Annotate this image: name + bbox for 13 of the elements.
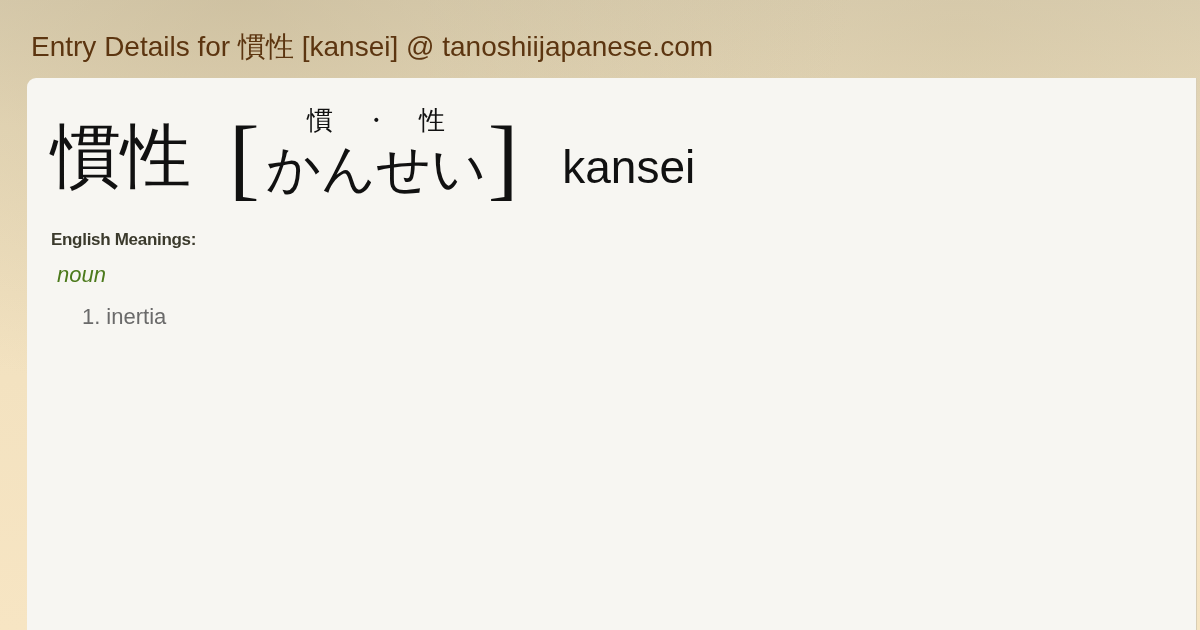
meanings-label: English Meanings: bbox=[51, 230, 197, 249]
kana-reading: かんせい bbox=[265, 142, 486, 196]
furigana-text: 性 bbox=[418, 108, 445, 134]
page-title: Entry Details for 慣性 [kansei] @ tanoshiijapanese.com bbox=[31, 30, 714, 64]
part-of-speech: noun bbox=[57, 262, 106, 288]
headword-kanji: 慣性 bbox=[51, 122, 191, 192]
open-bracket: [ bbox=[229, 112, 260, 204]
sense-text: inertia bbox=[106, 304, 167, 330]
sense-number: 1. bbox=[82, 304, 101, 330]
furigana-text: 慣 bbox=[306, 108, 333, 134]
furigana-text: ・ bbox=[362, 108, 389, 134]
romaji-reading: kansei bbox=[562, 144, 696, 190]
close-bracket: ] bbox=[487, 112, 519, 204]
